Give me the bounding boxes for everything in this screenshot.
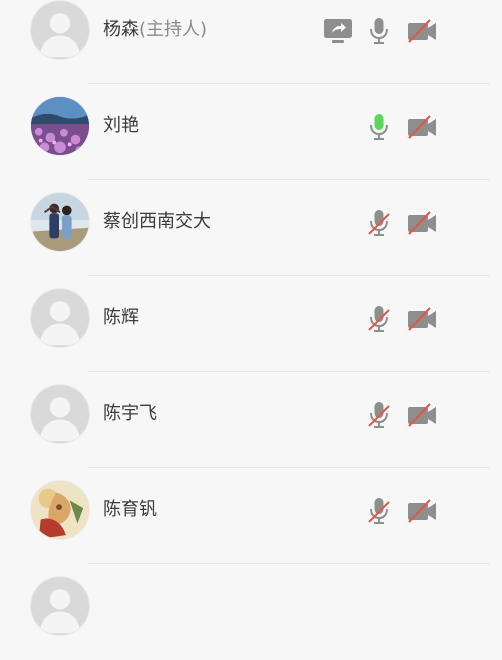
camera-off-icon[interactable] [406, 112, 438, 142]
avatar [30, 96, 90, 156]
camera-off-icon[interactable] [406, 208, 438, 238]
avatar [30, 480, 90, 540]
microphone-muted-icon[interactable] [363, 304, 395, 334]
participant-row[interactable]: 杨森(主持人) [0, 0, 502, 84]
participant-name-text: 杨森 [103, 19, 139, 40]
avatar [30, 0, 90, 60]
participant-row[interactable]: 刘艳 [0, 84, 502, 180]
participant-list: 杨森(主持人) 刘艳蔡创西南交大 陈辉陈宇飞陈育钒 [0, 0, 502, 636]
participant-row[interactable]: 陈育钒 [0, 468, 502, 564]
participant-name: 陈宇飞 [103, 399, 157, 429]
participant-name: 陈辉 [103, 303, 139, 333]
camera-off-icon[interactable] [406, 496, 438, 526]
participant-name: 杨森(主持人) [103, 15, 207, 45]
camera-off-icon[interactable] [406, 304, 438, 334]
avatar [30, 384, 90, 444]
participant-name-text: 陈育钒 [103, 499, 157, 520]
participant-row[interactable] [0, 564, 502, 660]
avatar [30, 288, 90, 348]
microphone-muted-icon[interactable] [363, 208, 395, 238]
microphone-muted-icon[interactable] [363, 400, 395, 430]
participant-name: 陈育钒 [103, 495, 157, 525]
microphone-muted-icon[interactable] [363, 496, 395, 526]
camera-off-icon[interactable] [406, 400, 438, 430]
participant-name-text: 陈宇飞 [103, 403, 157, 424]
participant-row[interactable]: 陈辉 [0, 276, 502, 372]
participant-name: 刘艳 [103, 111, 139, 141]
avatar [30, 192, 90, 252]
microphone-icon[interactable] [363, 112, 395, 142]
participant-name-text: 蔡创西南交大 [103, 211, 211, 232]
participant-name-text: 刘艳 [103, 115, 139, 136]
participant-row[interactable]: 蔡创西南交大 [0, 180, 502, 276]
participant-name-text: 陈辉 [103, 307, 139, 328]
camera-off-icon[interactable] [406, 16, 438, 46]
participant-row[interactable]: 陈宇飞 [0, 372, 502, 468]
host-label: (主持人) [139, 19, 208, 40]
participant-name: 蔡创西南交大 [103, 207, 211, 237]
microphone-icon[interactable] [363, 16, 395, 46]
avatar [30, 576, 90, 636]
screen-share-icon[interactable] [322, 16, 354, 46]
